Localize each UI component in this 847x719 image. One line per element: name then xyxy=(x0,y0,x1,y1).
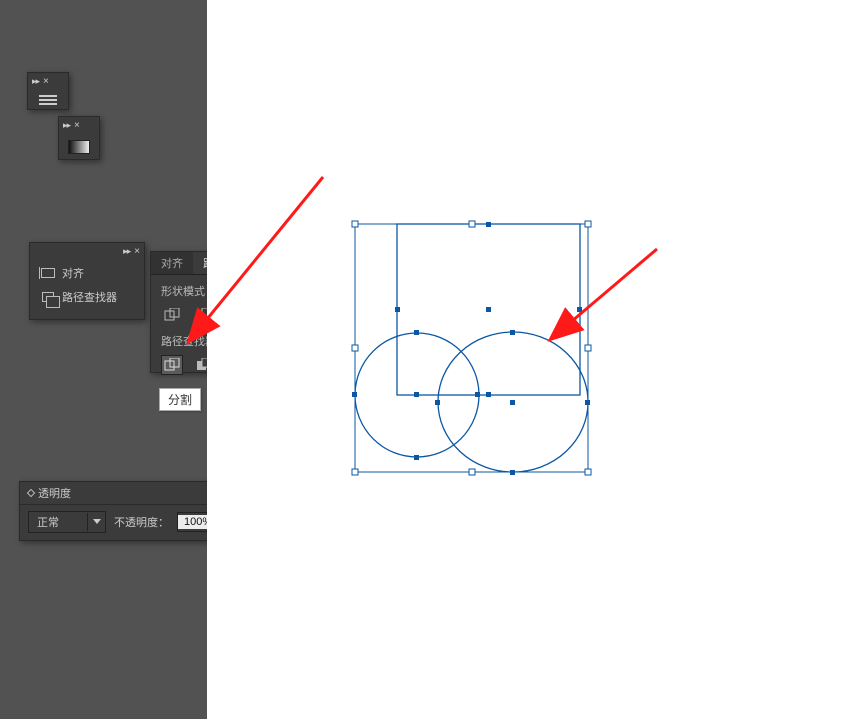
collapsed-panel-1[interactable]: ▸▸ × xyxy=(27,72,69,110)
panel-row-pathfinder[interactable]: 路径查找器 xyxy=(30,285,144,309)
blend-mode-value: 正常 xyxy=(29,512,87,532)
shape-mode-unite[interactable] xyxy=(161,305,183,325)
collapse-icon[interactable]: ▸▸ xyxy=(123,246,130,257)
panel-row-label: 路径查找器 xyxy=(62,289,117,305)
blend-mode-select[interactable]: 正常 xyxy=(28,511,106,533)
canvas[interactable] xyxy=(207,0,847,719)
panel-row-align[interactable]: 对齐 xyxy=(30,261,144,285)
close-icon[interactable]: × xyxy=(134,246,140,257)
collapse-icon[interactable]: ▸▸ xyxy=(63,120,70,131)
hamburger-icon xyxy=(39,99,57,101)
collapse-icon[interactable]: ▸▸ xyxy=(32,76,39,87)
panel-group: ▸▸ × 对齐 路径查找器 xyxy=(29,242,145,320)
close-icon[interactable]: × xyxy=(43,76,49,87)
collapsed-panel-2[interactable]: ▸▸ × xyxy=(58,116,100,160)
chevron-down-icon[interactable] xyxy=(87,513,105,531)
gradient-swatch-icon xyxy=(68,140,90,154)
selection-bbox[interactable] xyxy=(355,224,588,472)
pathfinder-icon xyxy=(40,290,56,304)
selection-handles[interactable] xyxy=(352,221,591,475)
pathfinder-divide[interactable] xyxy=(161,355,183,375)
transparency-title: 透明度 xyxy=(38,485,71,501)
panel-row-label: 对齐 xyxy=(62,265,84,281)
anchor-points[interactable] xyxy=(352,222,590,475)
opacity-label: 不透明度： xyxy=(114,514,169,530)
close-icon[interactable]: × xyxy=(74,120,80,131)
align-icon xyxy=(40,266,56,280)
expand-diamond-icon[interactable] xyxy=(27,489,35,497)
tab-align[interactable]: 对齐 xyxy=(151,252,193,274)
canvas-svg xyxy=(207,0,847,719)
tooltip-divide: 分割 xyxy=(159,388,201,411)
